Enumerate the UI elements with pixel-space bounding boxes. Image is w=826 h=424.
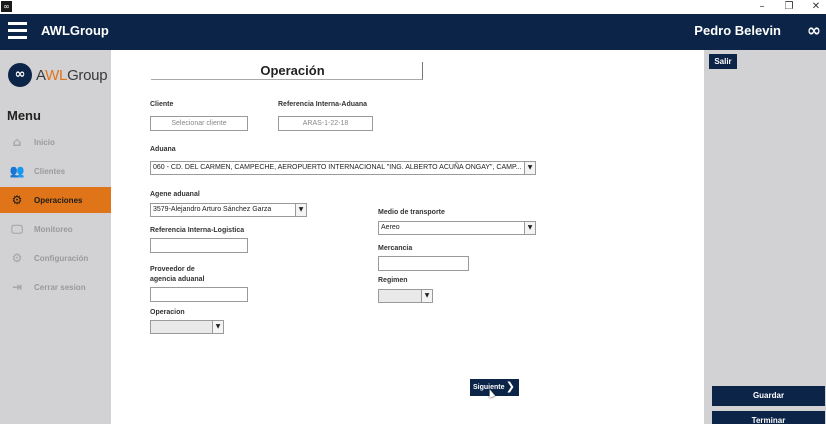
operacion-label: Operacion bbox=[150, 309, 185, 316]
menu-title: Menu bbox=[7, 108, 41, 123]
referencia-aduana-label: Referencia Interna-Aduana bbox=[278, 101, 368, 108]
user-name: Pedro Belevin bbox=[694, 23, 781, 38]
sidebar-item-label: Configuración bbox=[34, 253, 89, 263]
chevron-down-icon: ▼ bbox=[524, 162, 535, 174]
medio-transporte-select[interactable]: Aereo ▼ bbox=[378, 221, 536, 235]
hamburger-menu-icon[interactable] bbox=[8, 22, 27, 41]
sidebar-item-operaciones[interactable]: ⚙ Operaciones bbox=[0, 187, 111, 213]
medio-transporte-label: Medio de transporte bbox=[378, 209, 445, 216]
mercancia-field[interactable] bbox=[378, 256, 469, 271]
logo-word-group: Group bbox=[67, 66, 108, 84]
agente-aduanal-label: Agene aduanal bbox=[150, 191, 200, 198]
operacion-select[interactable]: ▼ bbox=[150, 320, 224, 334]
settings-icon: ⚙ bbox=[11, 251, 23, 265]
monitor-icon: 🖵 bbox=[11, 222, 23, 236]
sidebar-item-label: Clientes bbox=[34, 166, 66, 176]
hamburger-bar bbox=[8, 22, 27, 25]
logo-wordmark: AWLGroup bbox=[36, 66, 108, 84]
sidebar-item-clientes[interactable]: 👥 Clientes bbox=[0, 158, 111, 184]
aduana-select[interactable]: 060 - CD. DEL CARMEN, CAMPECHE, AEROPUER… bbox=[150, 161, 536, 175]
sidebar-item-label: Cerrar sesion bbox=[34, 282, 86, 292]
referencia-logistica-field[interactable] bbox=[150, 238, 248, 253]
sidebar-item-configuracion[interactable]: ⚙ Configuración bbox=[0, 245, 111, 271]
sidebar-item-inicio[interactable]: ⌂ Inicio bbox=[0, 129, 111, 155]
logo-letter-a: A bbox=[36, 66, 46, 84]
window-titlebar: ∞ – ❐ ✕ bbox=[0, 0, 826, 14]
brand-logo: ∞ AWLGroup bbox=[8, 63, 108, 87]
chevron-down-icon: ▼ bbox=[212, 321, 223, 333]
logo-letters-wl: WL bbox=[45, 66, 68, 84]
minimize-button[interactable]: – bbox=[752, 0, 772, 14]
cliente-field[interactable]: Selecionar cliente bbox=[150, 116, 248, 131]
right-action-panel: Salir Guardar Terminar bbox=[704, 50, 826, 424]
chevron-right-icon: ❯ bbox=[505, 380, 515, 393]
sidebar-item-cerrar-sesion[interactable]: ⇥ Cerrar sesion bbox=[0, 274, 111, 300]
hamburger-bar bbox=[8, 36, 27, 39]
page-title: Operación bbox=[151, 62, 423, 80]
sidebar: ∞ AWLGroup Menu ⌂ Inicio 👥 Clientes ⚙ Op… bbox=[0, 50, 111, 424]
operations-icon: ⚙ bbox=[11, 193, 23, 207]
app-header: AWLGroup Pedro Belevin ∞ bbox=[0, 14, 826, 50]
cliente-label: Cliente bbox=[150, 101, 174, 108]
logo-infinity-icon: ∞ bbox=[8, 63, 32, 87]
agente-aduanal-value: 3579-Alejandro Arturo Sánchez Garza bbox=[153, 206, 272, 213]
hamburger-bar bbox=[8, 29, 27, 32]
logout-icon: ⇥ bbox=[11, 280, 23, 294]
users-icon: 👥 bbox=[9, 164, 25, 178]
restore-button[interactable]: ❐ bbox=[779, 0, 799, 14]
salir-button[interactable]: Salir bbox=[709, 54, 737, 69]
infinity-logo-icon: ∞ bbox=[806, 21, 821, 41]
proveedor-field[interactable] bbox=[150, 287, 248, 302]
app-window: ∞ – ❐ ✕ AWLGroup Pedro Belevin ∞ ∞ AWLGr… bbox=[0, 0, 826, 424]
agente-aduanal-select[interactable]: 3579-Alejandro Arturo Sánchez Garza ▼ bbox=[150, 203, 307, 217]
aduana-label: Aduana bbox=[150, 146, 176, 153]
sidebar-item-monitoreo[interactable]: 🖵 Monitoreo bbox=[0, 216, 111, 242]
app-icon: ∞ bbox=[1, 1, 12, 12]
chevron-down-icon: ▼ bbox=[295, 204, 306, 216]
home-icon: ⌂ bbox=[12, 135, 22, 149]
app-title: AWLGroup bbox=[41, 23, 109, 38]
referencia-aduana-field[interactable]: ARAS-1-22-18 bbox=[278, 116, 373, 131]
proveedor-label-line2: agencia aduanal bbox=[150, 276, 205, 283]
sidebar-item-label: Operaciones bbox=[34, 195, 83, 205]
sidebar-item-label: Monitoreo bbox=[34, 224, 73, 234]
mercancia-label: Mercancia bbox=[378, 245, 413, 252]
regimen-label: Regimen bbox=[378, 277, 408, 284]
chevron-down-icon: ▼ bbox=[524, 222, 535, 234]
sidebar-item-label: Inicio bbox=[34, 137, 55, 147]
medio-transporte-value: Aereo bbox=[381, 224, 400, 231]
chevron-down-icon: ▼ bbox=[421, 290, 432, 302]
regimen-select[interactable]: ▼ bbox=[378, 289, 433, 303]
aduana-value: 060 - CD. DEL CARMEN, CAMPECHE, AEROPUER… bbox=[153, 164, 522, 171]
proveedor-label-line1: Proveedor de bbox=[150, 266, 195, 273]
close-button[interactable]: ✕ bbox=[806, 0, 826, 14]
guardar-button[interactable]: Guardar bbox=[712, 386, 825, 406]
referencia-logistica-label: Referencia Interna-Logistica bbox=[150, 227, 245, 234]
terminar-button[interactable]: Terminar bbox=[712, 411, 825, 424]
